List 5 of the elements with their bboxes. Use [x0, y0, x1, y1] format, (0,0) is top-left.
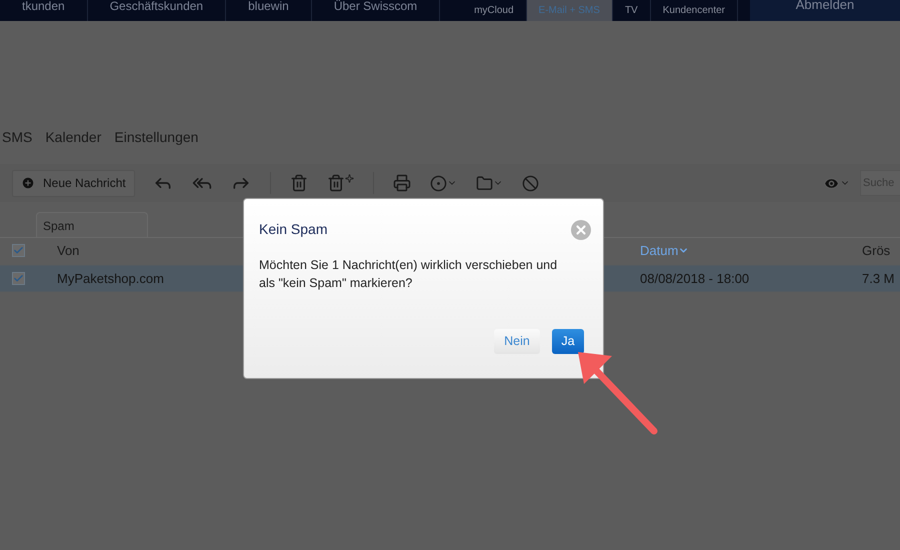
date-cell-text: 08/08/2018 - 18:00 [640, 270, 750, 288]
dialog-message: Möchten Sie 1 Nachricht(en) wirklich verschieben und als "kein Spam" markieren? [259, 257, 558, 292]
size-cell-text: 7.3 M [862, 270, 896, 288]
sender-cell: MyPaketshop.com [57, 270, 164, 286]
dialog-title: Kein Spam [259, 220, 328, 239]
